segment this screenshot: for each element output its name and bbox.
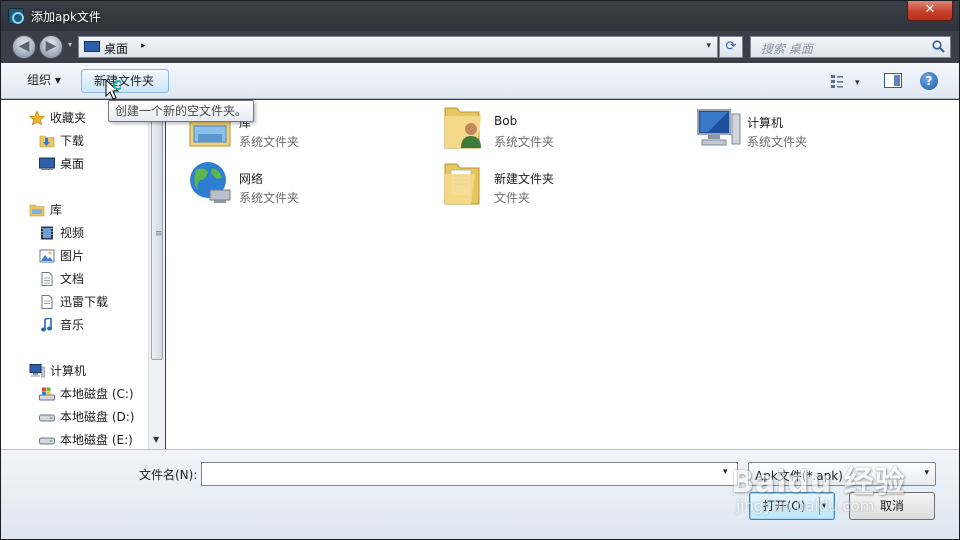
drive-c-icon: [39, 387, 55, 401]
file-list: 库 系统文件夹 Bob 系统文件夹 计算机 系统文件夹 网络 系统文件夹 新建文…: [166, 100, 959, 449]
user-folder-icon: [444, 107, 481, 149]
music-icon: [41, 318, 52, 332]
folder-icon: [444, 163, 480, 205]
sidebar-item-label: 音乐: [60, 318, 85, 332]
file-name-input[interactable]: [201, 462, 738, 486]
computer-icon: [29, 364, 45, 378]
download-folder-icon: [39, 135, 55, 148]
open-button[interactable]: 打开(O) ▾: [749, 492, 835, 520]
help-button[interactable]: ?: [920, 72, 938, 90]
computer-icon: [697, 109, 741, 146]
file-type-value: Apk文件(*.apk): [755, 469, 843, 483]
file-dialog-window: 添加apk文件 ✕ ◀ ▶ ▾ 桌面 ▸ ▾ ⟳ 搜索 桌面 组织 ▾ 新建文件…: [0, 0, 960, 540]
file-type: 系统文件夹: [747, 135, 808, 149]
address-bar[interactable]: 桌面 ▸ ▾: [78, 36, 718, 58]
file-name-label: 文件名(N):: [139, 468, 198, 482]
file-type: 系统文件夹: [239, 135, 300, 149]
file-type-select[interactable]: Apk文件(*.apk) ▾: [748, 462, 936, 486]
file-type: 文件夹: [494, 191, 531, 205]
navigation-pane-scrollbar[interactable]: ▲ ≡ ▼: [148, 100, 165, 449]
file-name: 计算机: [747, 116, 784, 130]
window-title: 添加apk文件: [31, 10, 101, 24]
picture-icon: [39, 249, 55, 263]
sidebar-item-label: 迅雷下载: [60, 295, 109, 309]
search-icon[interactable]: [932, 40, 945, 53]
scrollbar-grip-icon: ≡: [155, 229, 163, 239]
file-type: 系统文件夹: [494, 135, 555, 149]
document-icon: [41, 295, 53, 309]
sidebar-item-label: 图片: [60, 249, 85, 263]
file-type: 系统文件夹: [239, 191, 300, 205]
split-divider: [819, 497, 820, 515]
file-item-network[interactable]: 网络 系统文件夹: [186, 158, 416, 212]
close-button[interactable]: ✕: [907, 1, 953, 21]
scroll-down-arrow-icon[interactable]: ▼: [153, 435, 159, 444]
search-input[interactable]: 搜索 桌面: [750, 36, 951, 58]
sidebar-item-label: 本地磁盘 (C:): [60, 387, 134, 401]
file-item-computer[interactable]: 计算机 系统文件夹: [694, 102, 924, 156]
recent-locations-dropdown[interactable]: ▾: [68, 40, 72, 49]
command-bar: 组织 ▾ 新建文件夹: [1, 63, 959, 99]
organize-button[interactable]: 组织 ▾: [15, 69, 73, 93]
drive-icon: [39, 437, 55, 445]
mouse-cursor-icon: [105, 79, 121, 100]
network-globe-icon: [190, 162, 231, 203]
app-icon: [8, 8, 24, 24]
view-list-icon: ▾: [831, 75, 860, 88]
new-folder-button[interactable]: 新建文件夹: [81, 69, 169, 93]
sidebar-item-label: 文档: [60, 272, 85, 286]
file-item-bob[interactable]: Bob 系统文件夹: [441, 102, 671, 156]
view-options-button[interactable]: ▾: [827, 71, 867, 91]
breadcrumb-chevron-icon[interactable]: ▸: [141, 41, 146, 51]
library-icon: [29, 204, 45, 217]
file-name: 新建文件夹: [494, 172, 555, 186]
desktop-icon: [39, 157, 55, 170]
sidebar-item-label: 收藏夹: [50, 111, 87, 125]
sidebar-item-label: 下载: [60, 134, 85, 148]
back-button[interactable]: ◀: [12, 35, 36, 59]
file-name: 网络: [239, 172, 264, 186]
search-placeholder: 搜索 桌面: [761, 42, 813, 56]
scrollbar-thumb[interactable]: ≡: [151, 115, 163, 360]
view-dropdown-glyph: ▾: [855, 78, 860, 88]
title-bar: 添加apk文件 ✕: [1, 1, 959, 31]
chevron-down-icon[interactable]: ▾: [924, 468, 929, 478]
sidebar-item-label: 本地磁盘 (D:): [60, 410, 135, 424]
cancel-button[interactable]: 取消: [849, 492, 935, 520]
file-item-new-folder[interactable]: 新建文件夹 文件夹: [441, 158, 671, 212]
navigation-pane: 收藏夹 下载 桌面 库 视频 图片 文档 迅雷下载 音乐 计算机 本地磁盘 (C…: [1, 100, 148, 449]
sidebar-item-label: 桌面: [60, 157, 85, 171]
star-icon: [29, 111, 45, 125]
sidebar-item-label: 视频: [60, 226, 85, 240]
drive-icon: [39, 414, 55, 422]
document-icon: [41, 272, 53, 286]
refresh-button[interactable]: ⟳: [719, 36, 743, 58]
preview-pane-button[interactable]: [884, 73, 902, 88]
new-folder-tooltip: 创建一个新的空文件夹。: [108, 100, 254, 122]
address-path[interactable]: 桌面: [104, 40, 128, 57]
navigation-bar: ◀ ▶ ▾ 桌面 ▸ ▾ ⟳ 搜索 桌面: [1, 31, 959, 63]
desktop-icon: [84, 41, 100, 52]
forward-button[interactable]: ▶: [39, 35, 63, 59]
file-name-panel: 文件名(N): ▾ Apk文件(*.apk) ▾ 打开(O) ▾ 取消: [1, 449, 959, 539]
video-icon: [41, 226, 53, 240]
open-options-dropdown[interactable]: ▾: [822, 493, 827, 519]
sidebar-item-label: 本地磁盘 (E:): [60, 433, 133, 447]
sidebar-item-label: 计算机: [50, 364, 87, 378]
open-button-label: 打开(O): [762, 499, 806, 513]
address-dropdown[interactable]: ▾: [706, 41, 711, 51]
sidebar-item-label: 库: [50, 203, 63, 217]
file-name: Bob: [494, 114, 518, 128]
